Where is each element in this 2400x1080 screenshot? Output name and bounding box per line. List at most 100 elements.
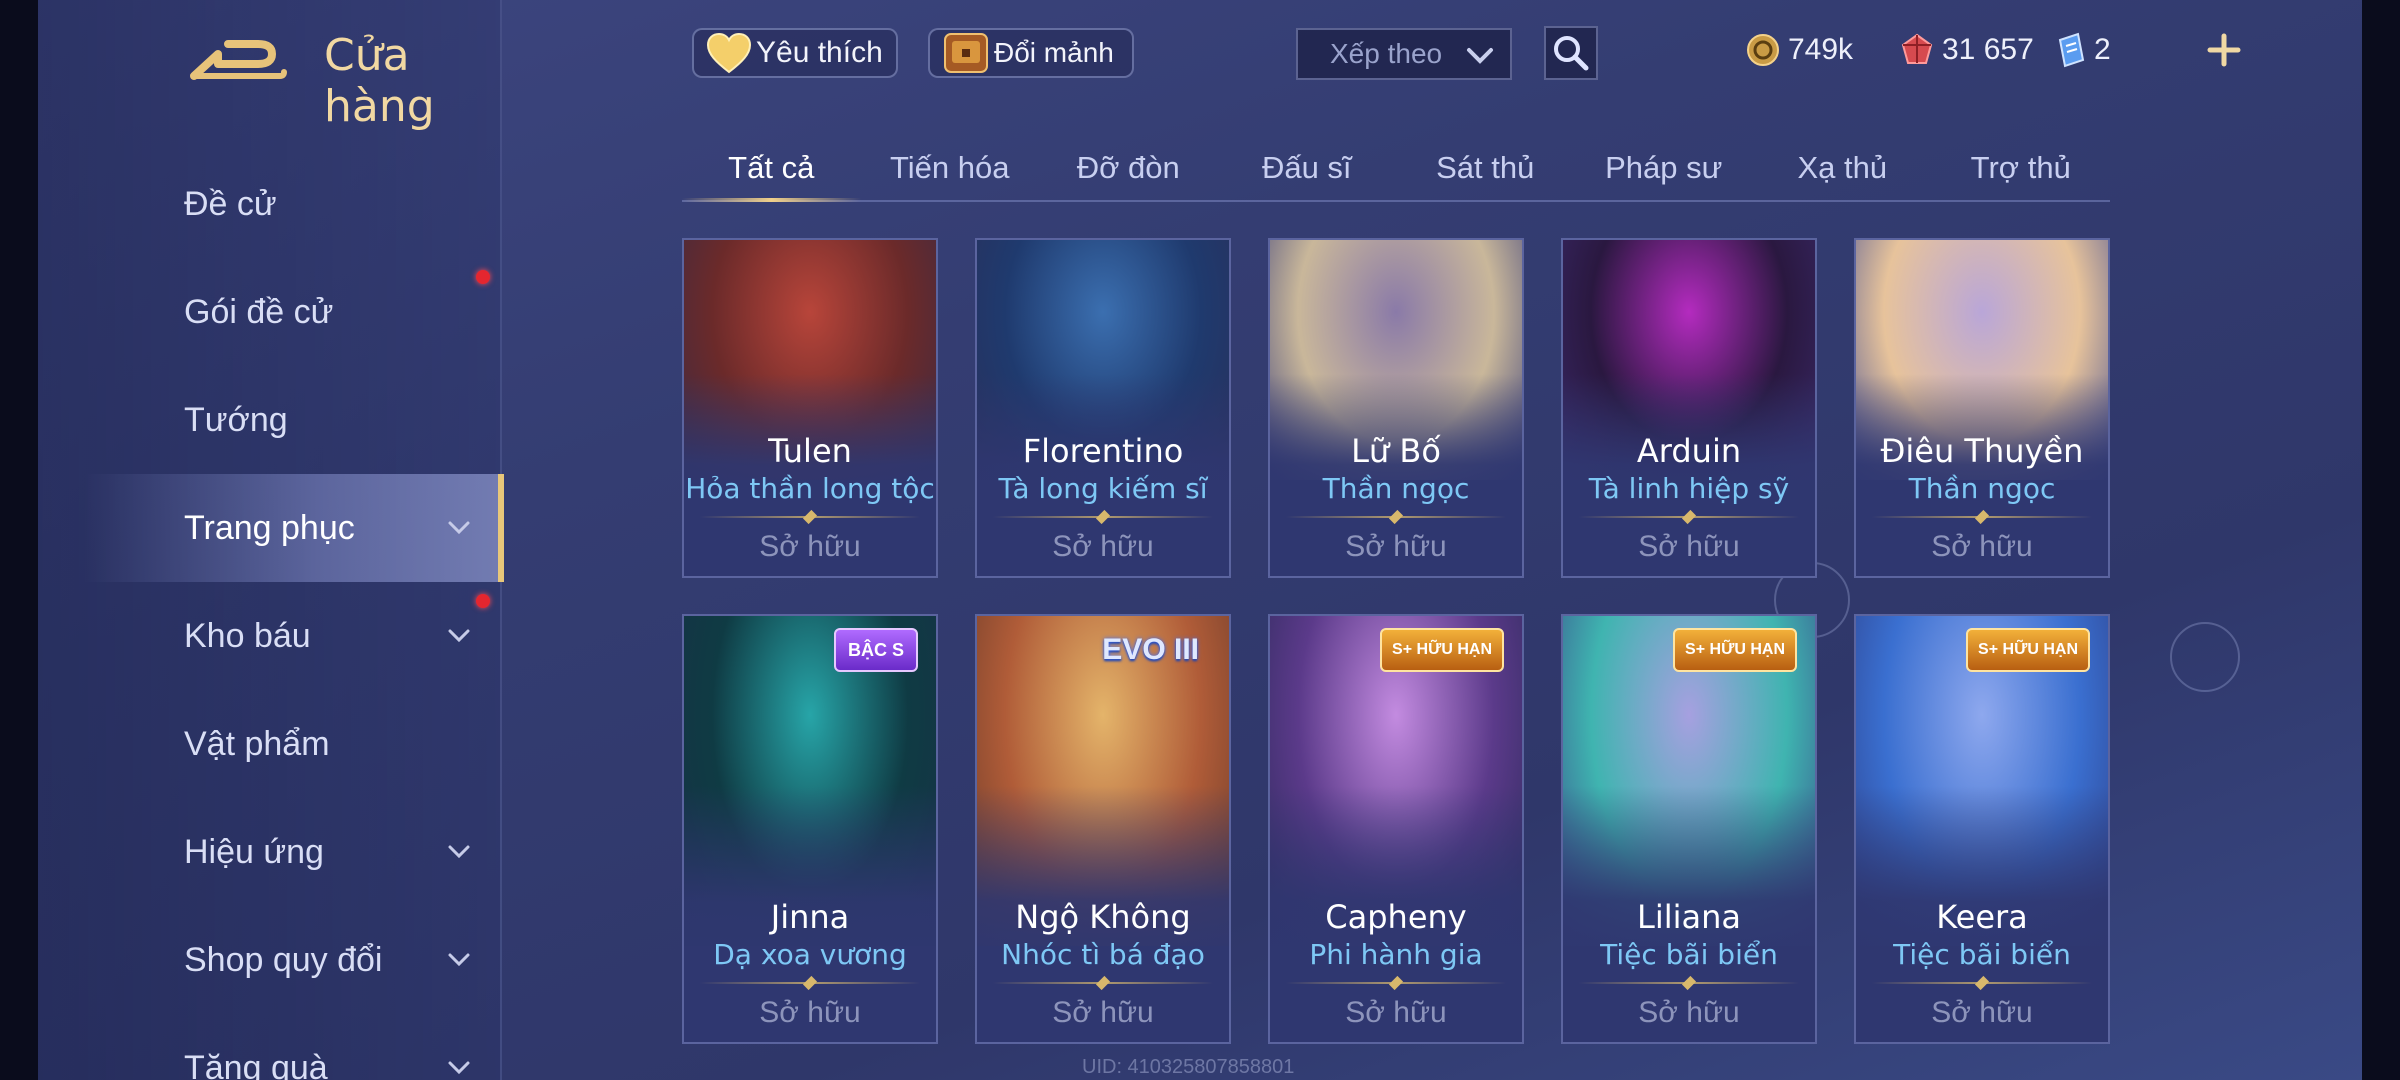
exchange-fragments-button[interactable]: Đổi mảnh xyxy=(928,28,1134,78)
hero-name: Lữ Bố xyxy=(1351,432,1441,470)
sidebar-item-2[interactable]: Gói đề cử xyxy=(38,258,502,366)
skin-card[interactable]: Florentino Tà long kiếm sĩ Sở hữu xyxy=(975,238,1231,578)
back-button[interactable] xyxy=(188,30,288,90)
chevron-down-icon xyxy=(448,1061,470,1075)
sidebar-item-6[interactable]: Vật phẩm xyxy=(38,690,502,798)
sidebar-item-4[interactable]: Trang phục xyxy=(38,474,504,582)
skin-card[interactable]: Lữ Bố Thần ngọc Sở hữu xyxy=(1268,238,1524,578)
hero-name: Liliana xyxy=(1637,898,1741,936)
skin-card[interactable]: Điêu Thuyền Thần ngọc Sở hữu xyxy=(1854,238,2110,578)
tab-3[interactable]: Đỡ đòn xyxy=(1039,140,1218,200)
favorite-button[interactable]: Yêu thích xyxy=(692,28,898,78)
back-arrow-icon xyxy=(190,40,287,80)
gem-amount: 31 657 xyxy=(1942,33,2034,66)
red-gem-icon xyxy=(1901,33,1933,64)
page-title: Cửa hàng xyxy=(324,30,435,132)
voucher-amount: 2 xyxy=(2094,33,2111,66)
top-up-button[interactable] xyxy=(2196,26,2252,74)
skin-card[interactable]: Liliana Tiệc bãi biển Sở hữu S+ HỮU HẠN xyxy=(1561,614,1817,1044)
ownership-status: Sở hữu xyxy=(759,530,861,563)
sidebar-item-label: Kho báu xyxy=(184,616,311,655)
skin-name: Hỏa thần long tộc xyxy=(685,472,935,505)
tab-4[interactable]: Đấu sĩ xyxy=(1218,140,1397,200)
ownership-status: Sở hữu xyxy=(1052,530,1154,563)
sidebar-item-3[interactable]: Tướng xyxy=(38,366,502,474)
chevron-down-icon xyxy=(448,629,470,643)
skin-card[interactable]: Tulen Hỏa thần long tộc Sở hữu xyxy=(682,238,938,578)
skin-grid: Tulen Hỏa thần long tộc Sở hữu Florentino Tà… xyxy=(682,238,2110,1048)
fragment-label: Đổi mảnh xyxy=(994,37,1114,68)
favorite-label: Yêu thích xyxy=(756,36,883,69)
skin-card[interactable]: Ngộ Không Nhóc tì bá đạo Sở hữu EVO III xyxy=(975,614,1231,1044)
gem-currency: 31 657 xyxy=(1900,30,2034,70)
skin-card[interactable]: Capheny Phi hành gia Sở hữu S+ HỮU HẠN xyxy=(1268,614,1524,1044)
sidebar-item-1[interactable]: Đề cử xyxy=(38,150,502,258)
hero-name: Điêu Thuyền xyxy=(1880,432,2084,470)
sidebar-item-label: Shop quy đổi xyxy=(184,940,383,979)
uid-watermark: UID: 410325807858801 xyxy=(1082,1056,1295,1078)
skin-name: Nhóc tì bá đạo xyxy=(1001,938,1205,971)
skin-card[interactable]: Arduin Tà linh hiệp sỹ Sở hữu xyxy=(1561,238,1817,578)
sidebar-item-7[interactable]: Hiệu ứng xyxy=(38,798,502,906)
skin-name: Tà long kiếm sĩ xyxy=(998,472,1208,505)
hero-name: Florentino xyxy=(1022,432,1184,470)
chevron-down-icon xyxy=(448,953,470,967)
gold-amount: 749k xyxy=(1788,33,1854,66)
card-divider xyxy=(993,982,1213,984)
ownership-status: Sở hữu xyxy=(1931,530,2033,563)
heart-icon xyxy=(706,32,752,74)
hero-name: Keera xyxy=(1936,898,2028,936)
gold-coin-icon xyxy=(1747,34,1779,66)
skin-name: Tiệc bãi biển xyxy=(1600,938,1778,971)
plus-icon xyxy=(2207,33,2241,67)
notification-dot xyxy=(476,594,490,608)
chevron-down-icon xyxy=(1467,48,1493,64)
ownership-status: Sở hữu xyxy=(1052,996,1154,1029)
card-divider xyxy=(1872,982,2092,984)
search-button[interactable] xyxy=(1544,26,1598,80)
sidebar-item-label: Đề cử xyxy=(184,184,277,223)
skin-name: Phi hành gia xyxy=(1309,938,1483,971)
tab-2[interactable]: Tiến hóa xyxy=(861,140,1040,200)
tab-6[interactable]: Pháp sư xyxy=(1575,140,1754,200)
skin-name: Tà linh hiệp sỹ xyxy=(1588,472,1790,505)
ownership-status: Sở hữu xyxy=(1345,996,1447,1029)
skin-name: Tiệc bãi biển xyxy=(1893,938,2071,971)
notification-dot xyxy=(476,270,490,284)
sidebar-menu: Đề cử Gói đề cử Tướng Trang phục Kho báu Vật … xyxy=(38,150,504,1080)
skin-name: Thần ngọc xyxy=(1908,472,2056,505)
rarity-badge: S+ HỮU HẠN xyxy=(1380,628,1504,672)
sidebar-item-label: Tướng xyxy=(184,400,288,439)
sidebar-item-9[interactable]: Tặng quà xyxy=(38,1014,502,1080)
sidebar-item-5[interactable]: Kho báu xyxy=(38,582,502,690)
blue-voucher-icon xyxy=(2058,32,2085,68)
voucher-currency: 2 xyxy=(2056,30,2111,70)
skin-name: Thần ngọc xyxy=(1322,472,1470,505)
search-icon xyxy=(1554,36,1589,71)
card-divider xyxy=(700,982,920,984)
shop-screen: Cửa hàng Đề cử Gói đề cử Tướng Trang phục Kh… xyxy=(0,0,2400,1080)
skin-card[interactable]: Jinna Dạ xoa vương Sở hữu BẬC S xyxy=(682,614,938,1044)
sidebar-item-label: Gói đề cử xyxy=(184,292,334,331)
rarity-badge: S+ HỮU HẠN xyxy=(1966,628,2090,672)
ownership-status: Sở hữu xyxy=(1931,996,2033,1029)
tab-7[interactable]: Xạ thủ xyxy=(1753,140,1932,200)
right-letterbox xyxy=(2362,0,2400,1080)
card-divider xyxy=(1872,516,2092,518)
ownership-status: Sở hữu xyxy=(1638,996,1740,1029)
hero-name: Capheny xyxy=(1325,898,1467,936)
tab-1[interactable]: Tất cả xyxy=(682,140,861,202)
hero-name: Jinna xyxy=(770,898,850,936)
decorative-ring xyxy=(2170,622,2240,692)
card-divider xyxy=(700,516,920,518)
sort-label: Xếp theo xyxy=(1330,38,1443,69)
hero-name: Ngộ Không xyxy=(1015,898,1191,936)
card-divider xyxy=(1579,516,1799,518)
sidebar-item-8[interactable]: Shop quy đổi xyxy=(38,906,502,1014)
tab-8[interactable]: Trợ thủ xyxy=(1932,140,2111,200)
tab-5[interactable]: Sát thủ xyxy=(1396,140,1575,200)
sort-dropdown[interactable]: Xếp theo xyxy=(1296,28,1512,80)
ownership-status: Sở hữu xyxy=(759,996,861,1029)
skin-card[interactable]: Keera Tiệc bãi biển Sở hữu S+ HỮU HẠN xyxy=(1854,614,2110,1044)
gold-currency: 749k xyxy=(1746,30,1853,70)
